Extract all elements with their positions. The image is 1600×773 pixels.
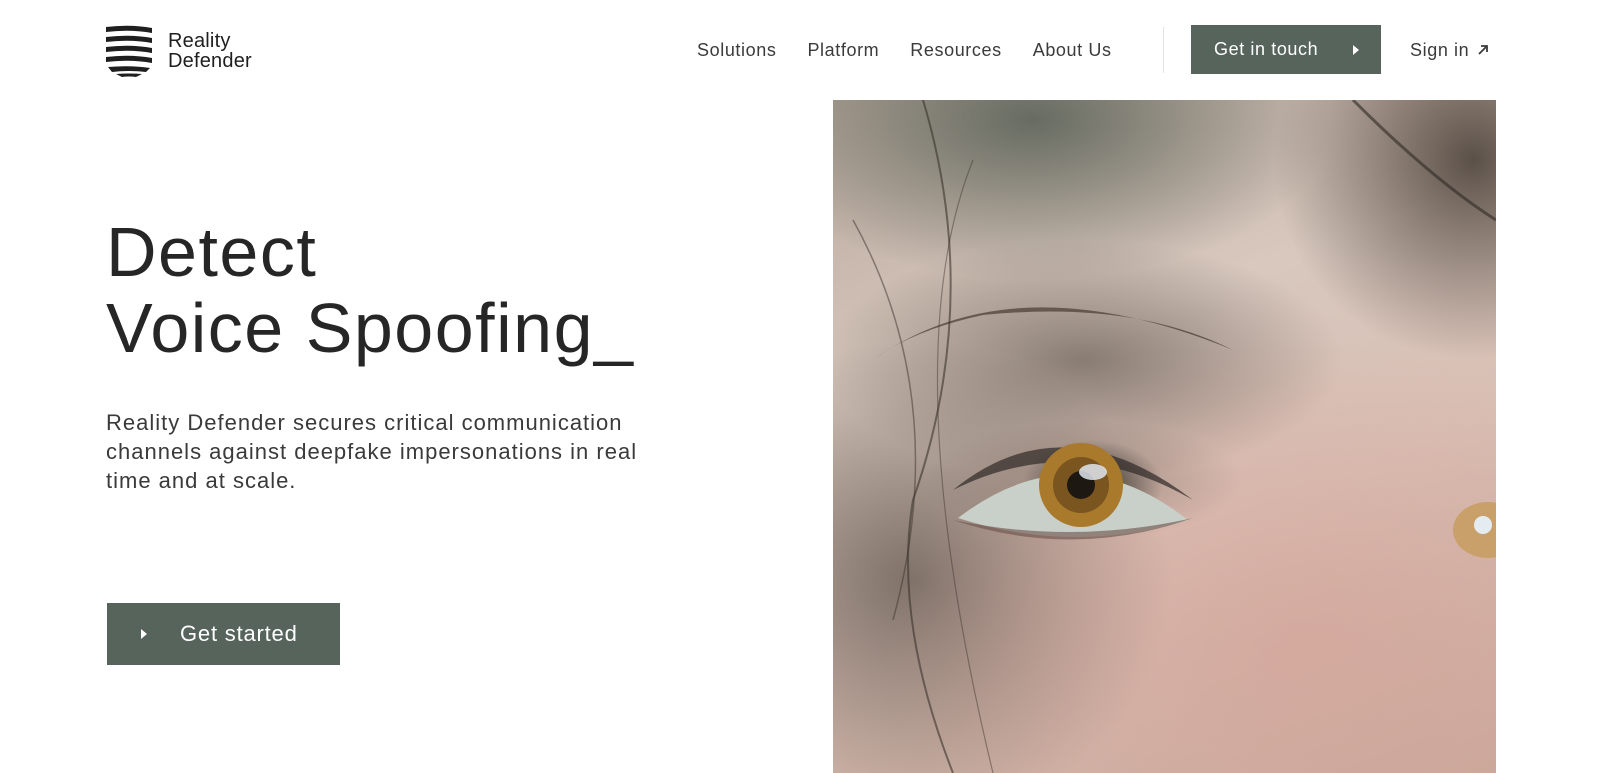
nav-item-resources[interactable]: Resources (910, 37, 1001, 63)
sign-in-label: Sign in (1410, 40, 1470, 60)
brand-name-line1: Reality (168, 30, 231, 52)
get-in-touch-button[interactable]: Get in touch (1191, 25, 1381, 74)
eye-illustration (852, 100, 1496, 773)
nav-item-about-us[interactable]: About Us (1033, 37, 1112, 63)
hero-image-eye-closeup (833, 100, 1496, 773)
main-nav: Solutions Platform Resources About Us (697, 37, 1112, 63)
hero-headline-line2: Voice Spoofing_ (106, 289, 635, 367)
hero-headline: Detect Voice Spoofing_ (106, 214, 634, 366)
brand-name-line2: Defender (168, 50, 252, 72)
get-started-label: Get started (180, 621, 298, 646)
hero-subtext: Reality Defender secures critical commun… (106, 410, 638, 493)
brand-name: Reality Defender (168, 31, 252, 71)
arrow-up-right-icon (1478, 45, 1489, 55)
play-triangle-icon (1353, 44, 1359, 55)
get-in-touch-label: Get in touch (1214, 39, 1319, 59)
get-started-button[interactable]: Get started (107, 603, 340, 665)
nav-item-solutions[interactable]: Solutions (697, 37, 776, 63)
page: Reality Defender Solutions Platform Reso… (0, 0, 1600, 773)
hero-headline-line1: Detect (106, 213, 318, 291)
logo-link[interactable]: Reality Defender (106, 25, 252, 77)
nav-divider (1163, 27, 1164, 73)
stacked-waves-logo-icon (106, 25, 152, 77)
play-triangle-icon (141, 629, 147, 639)
nav-item-platform[interactable]: Platform (807, 37, 879, 63)
sign-in-link[interactable]: Sign in (1410, 37, 1489, 63)
